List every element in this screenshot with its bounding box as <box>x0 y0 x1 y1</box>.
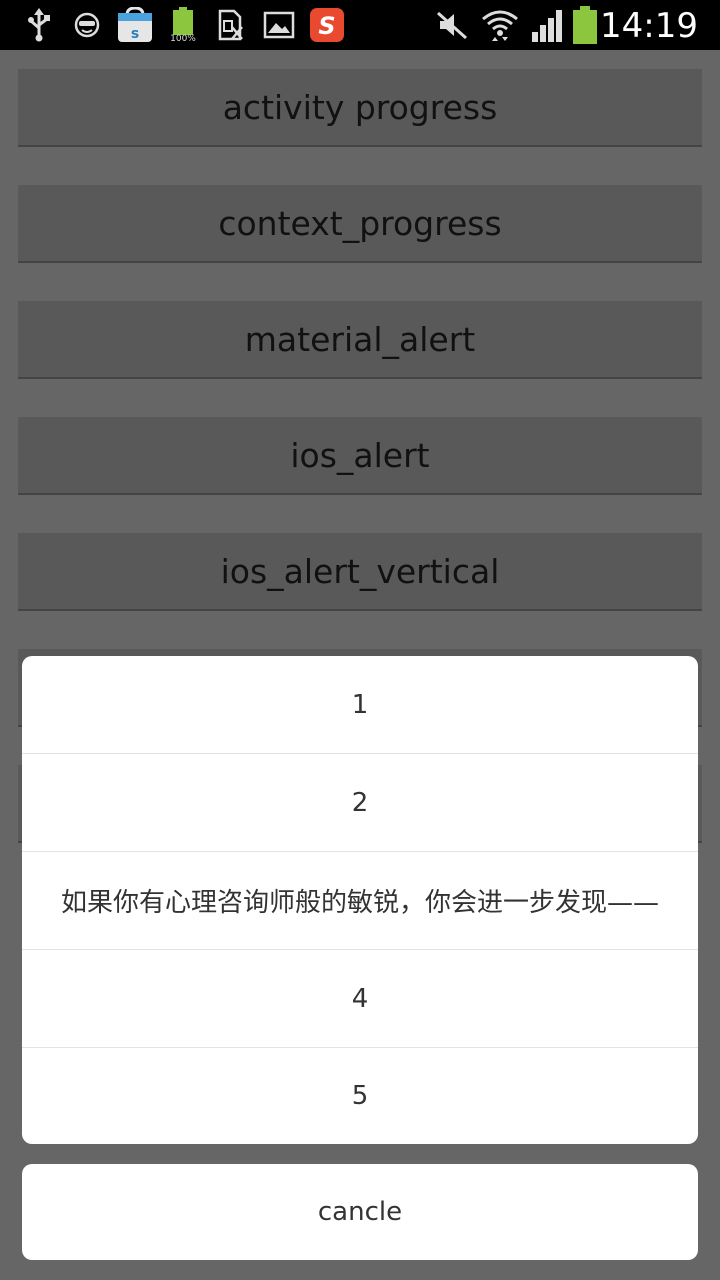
action-item-label: 2 <box>351 787 369 818</box>
action-sheet-item[interactable]: 5 <box>22 1048 698 1144</box>
context-progress-button[interactable]: context_progress <box>18 185 702 263</box>
sogou-icon: S <box>308 0 346 50</box>
battery-percent-label: 100% <box>170 33 196 44</box>
action-sheet-item[interactable]: 2 <box>22 754 698 852</box>
signal-icon <box>528 0 568 50</box>
action-sheet: 1 2 如果你有心理咨询师般的敏锐，你会进一步发现—— 4 5 <box>22 656 698 1144</box>
clock: 14:19 <box>600 6 698 46</box>
cancel-button[interactable]: cancle <box>22 1164 698 1260</box>
action-sheet-item[interactable]: 如果你有心理咨询师般的敏锐，你会进一步发现—— <box>22 852 698 950</box>
action-sheet-item[interactable]: 4 <box>22 950 698 1048</box>
button-label: material_alert <box>244 319 476 359</box>
sim-icon <box>216 0 246 50</box>
svg-text:s: s <box>131 26 139 42</box>
ios-alert-button[interactable]: ios_alert <box>18 417 702 495</box>
material-alert-button[interactable]: material_alert <box>18 301 702 379</box>
ios-alert-vertical-button[interactable]: ios_alert_vertical <box>18 533 702 611</box>
activity-progress-button[interactable]: activity progress <box>18 69 702 147</box>
action-item-label: 1 <box>351 689 369 720</box>
image-icon <box>262 0 296 50</box>
status-bar: s 100% S 14:19 <box>0 0 720 50</box>
store-icon: s <box>116 0 154 50</box>
wifi-icon <box>480 0 520 50</box>
action-item-label: 4 <box>351 983 369 1014</box>
mute-icon <box>434 0 470 50</box>
battery-full-icon: 100% <box>168 0 198 50</box>
button-label: ios_alert <box>290 435 430 475</box>
cancel-label: cancle <box>317 1197 403 1227</box>
button-label: context_progress <box>218 203 502 243</box>
action-item-label: 5 <box>351 1081 369 1111</box>
face-icon <box>72 0 102 50</box>
battery-icon <box>570 0 600 50</box>
button-label: activity progress <box>222 87 498 127</box>
action-item-label: 如果你有心理咨询师般的敏锐，你会进一步发现—— <box>60 888 659 918</box>
svg-text:S: S <box>318 12 335 40</box>
usb-icon <box>24 0 54 50</box>
action-sheet-item[interactable]: 1 <box>22 656 698 754</box>
button-label: ios_alert_vertical <box>220 551 500 591</box>
